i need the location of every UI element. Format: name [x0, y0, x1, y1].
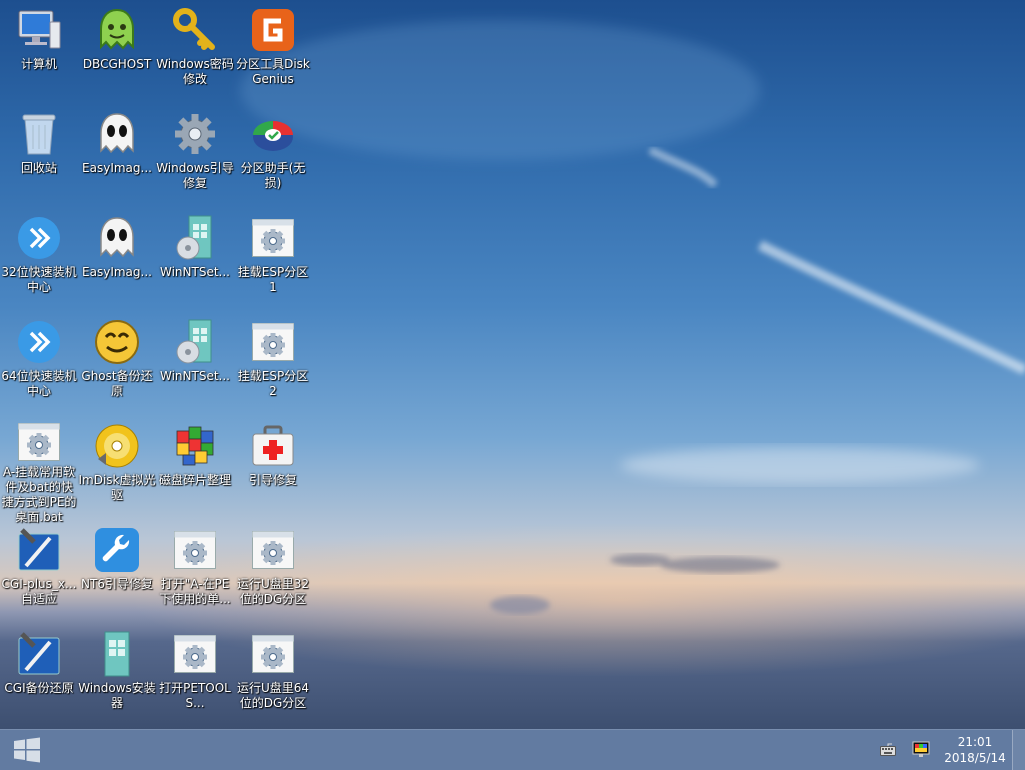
installer-icon — [93, 630, 141, 678]
desktop-icon[interactable]: Windows引导修复 — [156, 104, 234, 204]
desktop-icon[interactable]: 分区助手(无损) — [234, 104, 312, 204]
desktop-icon-label: 打开PETOOLS... — [159, 681, 231, 710]
defrag-icon — [171, 422, 219, 470]
desktop-icon[interactable]: 回收站 — [0, 104, 78, 204]
desktop-icon[interactable]: A-挂载常用软件及bat的快捷方式到PE的桌面.bat — [0, 416, 78, 524]
desktop-icon-label: WinNTSet... — [160, 265, 230, 279]
desktop-icon[interactable]: 挂载ESP分区2 — [234, 312, 312, 412]
display-icon[interactable] — [912, 740, 930, 762]
desktop-icon[interactable]: WinNTSet... — [156, 208, 234, 308]
clock-date: 2018/5/14 — [944, 751, 1006, 765]
first-aid-icon — [249, 422, 297, 470]
desktop-icon[interactable]: Windows密码修改 — [156, 0, 234, 100]
desktop-icon-label: NT6引导修复 — [81, 577, 153, 591]
desktop-icon-label: 打开"A-在PE下使用的单... — [159, 577, 231, 606]
desktop-icon-label: CGI-plus_x...自适应 — [1, 577, 77, 606]
desktop-icon[interactable]: Windows安装器 — [78, 624, 156, 724]
ghost-white-icon — [93, 110, 141, 158]
virtual-disc-icon — [93, 422, 141, 470]
desktop-icon-label: 挂载ESP分区2 — [237, 369, 309, 398]
desktop-icon[interactable]: 32位快速装机中心 — [0, 208, 78, 308]
desktop-icon[interactable]: WinNTSet... — [156, 312, 234, 412]
desktop-icon-label: 磁盘碎片整理 — [158, 473, 231, 487]
script-gear-icon — [171, 526, 219, 574]
blue-arrow-icon — [15, 318, 63, 366]
recycle-bin-icon — [15, 110, 63, 158]
start-button[interactable] — [0, 730, 54, 770]
desktop[interactable]: 计算机 DBCGHOST Windows密码修改 分区工具DiskGenius 回收站 E… — [0, 0, 1025, 729]
desktop-icon[interactable]: NT6引导修复 — [78, 520, 156, 620]
cgi-tool-icon — [15, 526, 63, 574]
taskbar: 21:01 2018/5/14 — [0, 729, 1025, 770]
desktop-icon-label: Windows密码修改 — [156, 57, 234, 86]
desktop-icon[interactable]: ImDisk虚拟光驱 — [78, 416, 156, 516]
diskgenius-icon — [249, 6, 297, 54]
install-disc-icon — [171, 214, 219, 262]
clock-time: 21:01 — [957, 735, 993, 749]
desktop-icon[interactable]: EasyImag... — [78, 208, 156, 308]
ghost-yellow-icon — [93, 318, 141, 366]
script-gear-icon — [249, 630, 297, 678]
desktop-icon-label: Ghost备份还原 — [81, 369, 153, 398]
desktop-icon[interactable]: EasyImag... — [78, 104, 156, 204]
desktop-icon-label: 挂载ESP分区1 — [237, 265, 309, 294]
windows-logo-icon — [14, 737, 40, 763]
ghost-green-icon — [93, 6, 141, 54]
desktop-icon-label: 分区工具DiskGenius — [236, 57, 310, 86]
script-gear-icon — [249, 214, 297, 262]
desktop-icon-label: 计算机 — [20, 57, 57, 71]
desktop-icon[interactable]: CGI备份还原 — [0, 624, 78, 724]
desktop-icon-label: 运行U盘里32位的DG分区 — [236, 577, 310, 606]
install-disc-icon — [171, 318, 219, 366]
key-icon — [171, 6, 219, 54]
computer-icon — [15, 6, 63, 54]
desktop-icon[interactable]: DBCGHOST — [78, 0, 156, 100]
desktop-icon[interactable]: 64位快速装机中心 — [0, 312, 78, 412]
desktop-icon[interactable]: 挂载ESP分区1 — [234, 208, 312, 308]
desktop-icon[interactable]: 计算机 — [0, 0, 78, 100]
desktop-icon-label: EasyImag... — [82, 161, 152, 175]
show-desktop-button[interactable] — [1012, 730, 1025, 770]
desktop-icon-label: Windows引导修复 — [156, 161, 234, 190]
desktop-icon-label: 引导修复 — [248, 473, 297, 487]
desktop-icon[interactable]: 打开"A-在PE下使用的单... — [156, 520, 234, 620]
ghost-white-icon — [93, 214, 141, 262]
desktop-icon-label: EasyImag... — [82, 265, 152, 279]
script-gear-icon — [249, 318, 297, 366]
desktop-icon-label: A-挂载常用软件及bat的快捷方式到PE的桌面.bat — [1, 465, 77, 524]
desktop-icon-label: 32位快速装机中心 — [1, 265, 77, 294]
desktop-icon[interactable]: Ghost备份还原 — [78, 312, 156, 412]
cgi-tool-icon — [15, 630, 63, 678]
desktop-icon[interactable]: CGI-plus_x...自适应 — [0, 520, 78, 620]
desktop-icon[interactable]: 磁盘碎片整理 — [156, 416, 234, 516]
desktop-icon-label: WinNTSet... — [160, 369, 230, 383]
desktop-icon-label: DBCGHOST — [82, 57, 152, 71]
desktop-icon-label: 分区助手(无损) — [240, 161, 306, 190]
desktop-icon[interactable]: 运行U盘里32位的DG分区 — [234, 520, 312, 620]
partition-assistant-icon — [249, 110, 297, 158]
taskbar-clock[interactable]: 21:01 2018/5/14 — [937, 734, 1013, 766]
desktop-icon-label: ImDisk虚拟光驱 — [78, 473, 156, 502]
gear-icon — [171, 110, 219, 158]
script-gear-icon — [249, 526, 297, 574]
desktop-icon-label: 运行U盘里64位的DG分区 — [236, 681, 310, 710]
desktop-icon[interactable]: 运行U盘里64位的DG分区 — [234, 624, 312, 724]
desktop-icon[interactable]: 打开PETOOLS... — [156, 624, 234, 724]
desktop-icon-label: 64位快速装机中心 — [1, 369, 77, 398]
desktop-icon-label: Windows安装器 — [78, 681, 156, 710]
keyboard-icon[interactable] — [880, 742, 896, 761]
script-gear-icon — [15, 422, 63, 462]
wrench-icon — [93, 526, 141, 574]
desktop-icon[interactable]: 分区工具DiskGenius — [234, 0, 312, 100]
blue-arrow-icon — [15, 214, 63, 262]
desktop-icon[interactable]: 引导修复 — [234, 416, 312, 516]
desktop-icon-label: 回收站 — [20, 161, 57, 175]
desktop-icon-label: CGI备份还原 — [4, 681, 74, 695]
script-gear-icon — [171, 630, 219, 678]
